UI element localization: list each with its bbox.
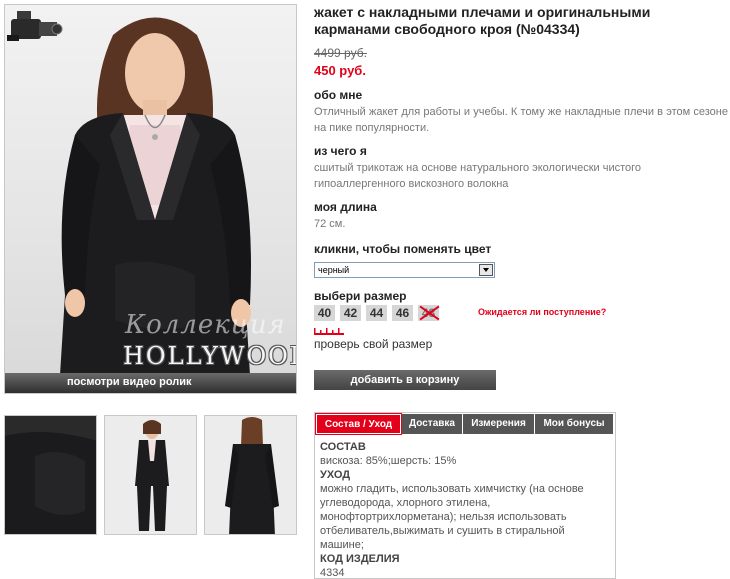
tab-bar: Состав / Уход Доставка Измерения Мои бон… bbox=[315, 413, 615, 435]
thumbnail-1[interactable] bbox=[4, 415, 97, 535]
thumbnail-3-image bbox=[205, 416, 296, 534]
size-option-48-unavailable[interactable]: 48 bbox=[418, 305, 439, 321]
tab-content: СОСТАВ вискоза: 85%;шерсть: 15% УХОД мож… bbox=[315, 435, 615, 579]
code-value: 4334 bbox=[320, 567, 345, 579]
length-value: 72 см. bbox=[314, 218, 346, 230]
size-option-46[interactable]: 46 bbox=[392, 305, 413, 321]
about-text: Отличный жакет для работы и учебы. К том… bbox=[314, 106, 728, 134]
composition-text: вискоза: 85%;шерсть: 15% bbox=[320, 455, 457, 467]
material-heading: из чего я bbox=[314, 144, 367, 158]
thumbnail-2-image bbox=[105, 416, 196, 534]
tab-bonuses[interactable]: Мои бонусы bbox=[535, 414, 613, 434]
add-to-cart-button[interactable]: добавить в корзину bbox=[314, 370, 496, 390]
chevron-down-icon[interactable] bbox=[479, 264, 493, 276]
material-text: сшитый трикотаж на основе натурального э… bbox=[314, 162, 642, 190]
main-product-photo[interactable]: Коллекция HOLLYWOOD посмотри видео ролик bbox=[4, 4, 297, 394]
video-link[interactable]: посмотри видео ролик bbox=[67, 376, 192, 388]
tab-delivery[interactable]: Доставка bbox=[402, 414, 462, 434]
video-bar[interactable]: посмотри видео ролик bbox=[5, 373, 296, 393]
composition-heading: СОСТАВ bbox=[320, 441, 366, 453]
thumbnail-3[interactable] bbox=[204, 415, 297, 535]
thumbnail-1-image bbox=[5, 416, 96, 534]
care-heading: УХОД bbox=[320, 469, 351, 481]
new-price: 450 руб. bbox=[314, 63, 366, 78]
tab-composition-care[interactable]: Состав / Уход bbox=[315, 413, 402, 435]
color-select-value: черный bbox=[318, 265, 350, 275]
care-text: можно гладить, использовать химчистку (н… bbox=[320, 483, 584, 551]
thumbnail-2[interactable] bbox=[104, 415, 197, 535]
size-options: 40 42 44 46 48 bbox=[314, 305, 439, 321]
code-heading: КОД ИЗДЕЛИЯ bbox=[320, 553, 400, 565]
brand-watermark: HOLLYWOOD bbox=[123, 342, 297, 370]
size-option-44[interactable]: 44 bbox=[366, 305, 387, 321]
size-option-42[interactable]: 42 bbox=[340, 305, 361, 321]
color-heading: кликни, чтобы поменять цвет bbox=[314, 242, 492, 256]
availability-link[interactable]: Ожидается ли поступление? bbox=[478, 307, 606, 317]
length-heading: моя длина bbox=[314, 200, 377, 214]
info-tabs-panel: Состав / Уход Доставка Измерения Мои бон… bbox=[314, 412, 616, 579]
video-camera-icon[interactable] bbox=[5, 5, 63, 45]
check-size-link[interactable]: проверь свой размер bbox=[314, 337, 432, 351]
size-heading: выбери размер bbox=[314, 289, 407, 303]
size-option-40[interactable]: 40 bbox=[314, 305, 335, 321]
product-title: жакет с накладными плечами и оригинальны… bbox=[314, 4, 651, 37]
color-select[interactable]: черный bbox=[314, 262, 495, 278]
old-price: 4499 руб. bbox=[314, 46, 367, 60]
about-heading: обо мне bbox=[314, 88, 363, 102]
collection-watermark: Коллекция bbox=[125, 310, 286, 340]
ruler-icon[interactable] bbox=[314, 327, 344, 335]
tab-measurements[interactable]: Измерения bbox=[463, 414, 534, 434]
